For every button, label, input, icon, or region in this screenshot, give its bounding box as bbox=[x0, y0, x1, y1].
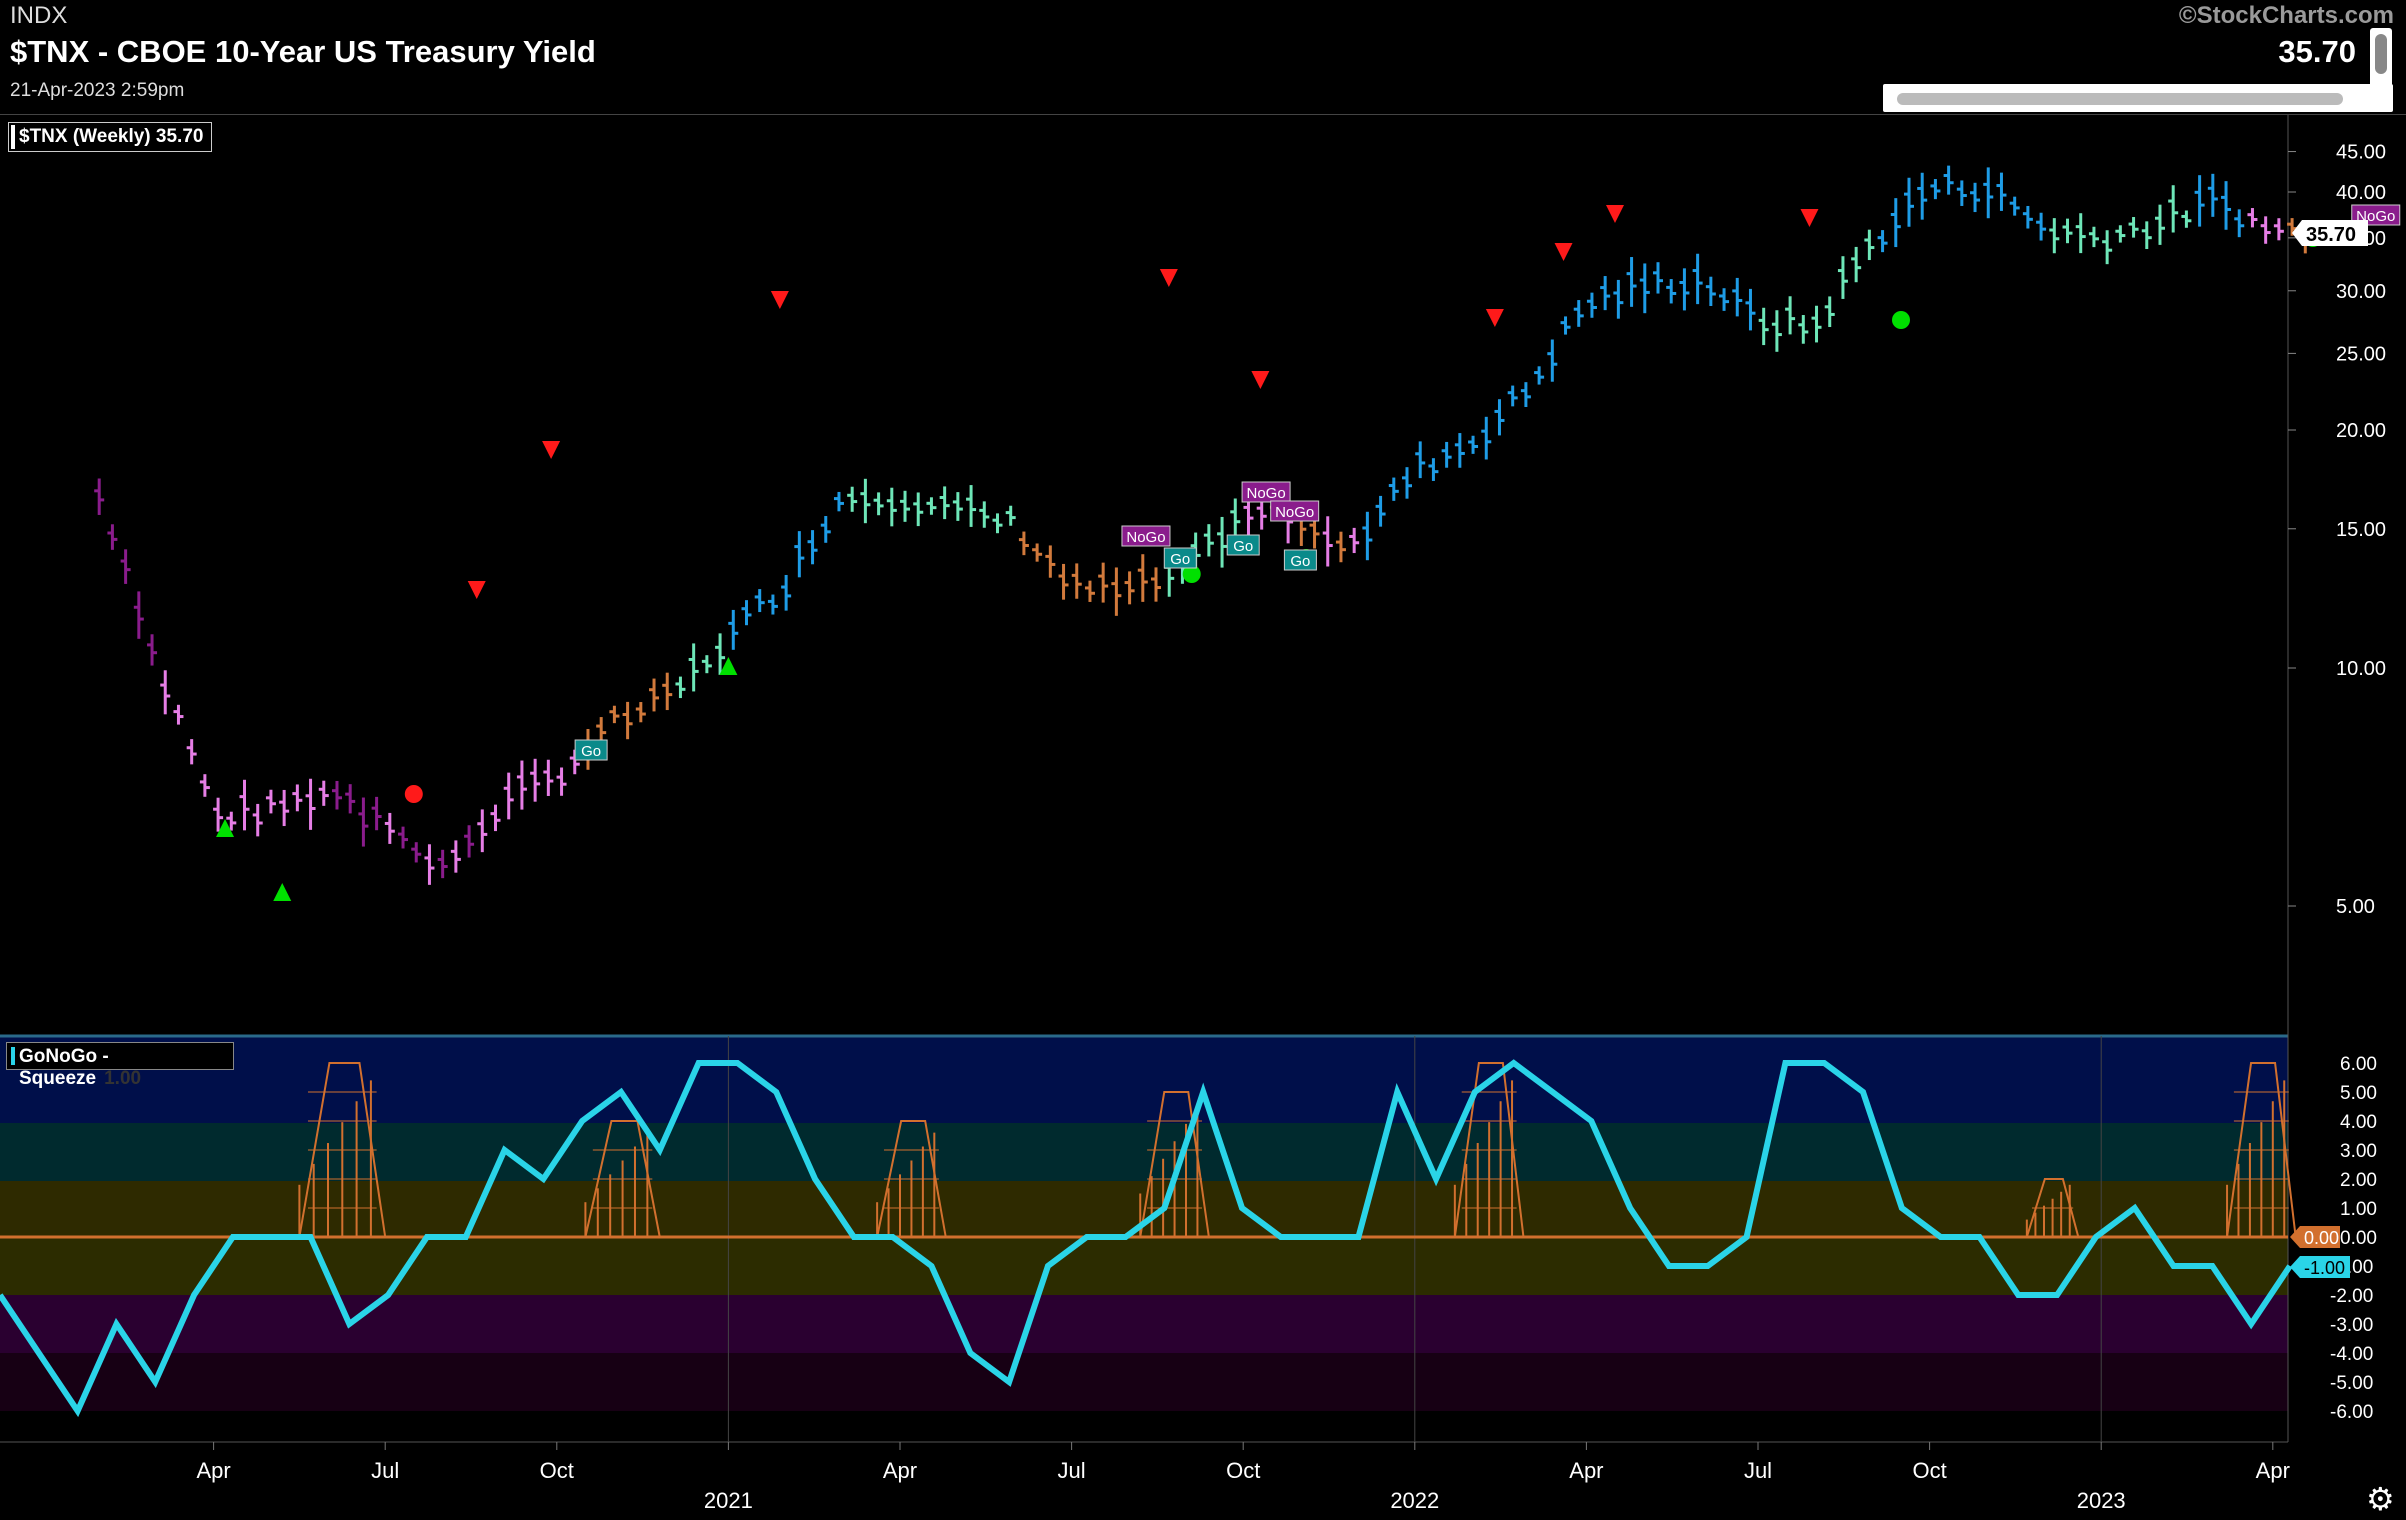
chart-canvas: GoNoGoGoGoNoGoNoGoGoNoGo 45.0040.0035.00… bbox=[0, 115, 2401, 1513]
sell-signal-triangle bbox=[1251, 371, 1270, 389]
sell-signal-triangle bbox=[542, 441, 561, 459]
osc-tick-label: -6.00 bbox=[2330, 1402, 2373, 1423]
nogo-tag-label: NoGo bbox=[1275, 504, 1314, 521]
zone-strong-go bbox=[0, 1037, 2288, 1123]
osc-tick-label: -2.00 bbox=[2330, 1286, 2373, 1307]
price-tick-label: 25.00 bbox=[2336, 343, 2386, 365]
nogo-tag-label: NoGo bbox=[1126, 529, 1165, 546]
osc-tick-label: 6.00 bbox=[2340, 1054, 2377, 1075]
x-tick-label: Apr bbox=[883, 1458, 917, 1483]
osc-value-tag: -1.00 bbox=[2290, 1256, 2350, 1278]
legend-color-flag bbox=[11, 1047, 15, 1065]
zone-strong-nogo bbox=[0, 1353, 2288, 1411]
oscillator-legend[interactable]: GoNoGo - Squeeze 1.00 bbox=[6, 1042, 234, 1089]
x-tick-label: Oct bbox=[1912, 1458, 1946, 1483]
sell-signal-triangle bbox=[1554, 243, 1573, 261]
go-tag-label: Go bbox=[581, 743, 601, 760]
price-tick-label: 30.00 bbox=[2336, 281, 2386, 303]
osc-tick-label: 4.00 bbox=[2340, 1112, 2377, 1133]
x-axis: Apr Jul Oct 2021 Apr Jul Oct 2022 Apr Jul Oct 2023 A… bbox=[196, 1442, 2290, 1513]
green-dot-signal bbox=[1892, 311, 1910, 329]
price-tick-label: 5.00 bbox=[2336, 896, 2375, 918]
sell-signal-triangle bbox=[1606, 205, 1624, 223]
price-tick-label: 15.00 bbox=[2336, 519, 2386, 541]
x-tick-label: Oct bbox=[540, 1458, 574, 1483]
gear-icon[interactable]: ⚙ bbox=[2366, 1480, 2395, 1518]
price-y-axis: 45.0040.0035.0030.0025.0020.0015.0010.00… bbox=[2288, 142, 2386, 918]
osc-tick-label: 3.00 bbox=[2340, 1141, 2377, 1162]
price-tick-label: 10.00 bbox=[2336, 658, 2386, 680]
x-tick-label: 2023 bbox=[2077, 1488, 2126, 1513]
x-tick-label: Jul bbox=[1058, 1458, 1086, 1483]
osc-tick-label: 2.00 bbox=[2340, 1170, 2377, 1191]
x-tick-label: Apr bbox=[1569, 1458, 1603, 1483]
sell-signal-triangle bbox=[1159, 269, 1178, 287]
osc-tick-label: -5.00 bbox=[2330, 1373, 2373, 1394]
price-tick-label: 40.00 bbox=[2336, 182, 2386, 204]
buy-signal-triangle bbox=[273, 883, 292, 901]
osc-tick-label: 5.00 bbox=[2340, 1083, 2377, 1104]
osc-tick-label: -3.00 bbox=[2330, 1315, 2373, 1336]
red-dot-signal bbox=[404, 785, 423, 803]
oscillator-legend-value: 1.00 bbox=[104, 1068, 142, 1089]
x-tick-label: Jul bbox=[1744, 1458, 1772, 1483]
last-price-tag: 35.70 bbox=[2292, 220, 2368, 246]
zero-tag-text: 0.00 bbox=[2304, 1228, 2339, 1248]
sell-signal-triangle bbox=[1800, 209, 1819, 227]
osc-tick-label: 0.00 bbox=[2340, 1228, 2377, 1249]
sell-signal-triangle bbox=[770, 291, 789, 309]
sell-signal-triangle bbox=[1485, 309, 1504, 327]
go-tag-label: Go bbox=[1170, 551, 1190, 568]
last-price-tag-text: 35.70 bbox=[2306, 224, 2356, 246]
oscillator-legend-label: GoNoGo - Squeeze bbox=[19, 1046, 109, 1089]
price-legend[interactable]: $TNX (Weekly) 35.70 bbox=[8, 122, 213, 152]
price-tick-label: 20.00 bbox=[2336, 420, 2386, 442]
x-tick-label: Apr bbox=[196, 1458, 230, 1483]
x-tick-label: 2021 bbox=[704, 1488, 753, 1513]
nogo-tag-label: NoGo bbox=[1246, 485, 1285, 502]
price-signals: GoNoGoGoGoNoGoNoGoGoNoGo bbox=[216, 204, 2401, 901]
osc-tick-label: -4.00 bbox=[2330, 1344, 2373, 1365]
x-tick-label: Apr bbox=[2256, 1458, 2290, 1483]
osc-tick-label: 1.00 bbox=[2340, 1199, 2377, 1220]
zone-neutral-down bbox=[0, 1237, 2288, 1295]
go-tag-label: Go bbox=[1290, 553, 1310, 570]
buy-signal-triangle bbox=[719, 657, 738, 675]
osc-value-tag-text: -1.00 bbox=[2304, 1258, 2345, 1278]
x-tick-label: Oct bbox=[1226, 1458, 1260, 1483]
price-tick-label: 45.00 bbox=[2336, 142, 2386, 164]
zero-tag: 0.00 bbox=[2290, 1226, 2340, 1248]
sell-signal-triangle bbox=[467, 581, 486, 599]
x-tick-label: Jul bbox=[371, 1458, 399, 1483]
price-bars bbox=[94, 165, 2311, 885]
x-tick-label: 2022 bbox=[1390, 1488, 1439, 1513]
go-tag-label: Go bbox=[1233, 538, 1253, 555]
